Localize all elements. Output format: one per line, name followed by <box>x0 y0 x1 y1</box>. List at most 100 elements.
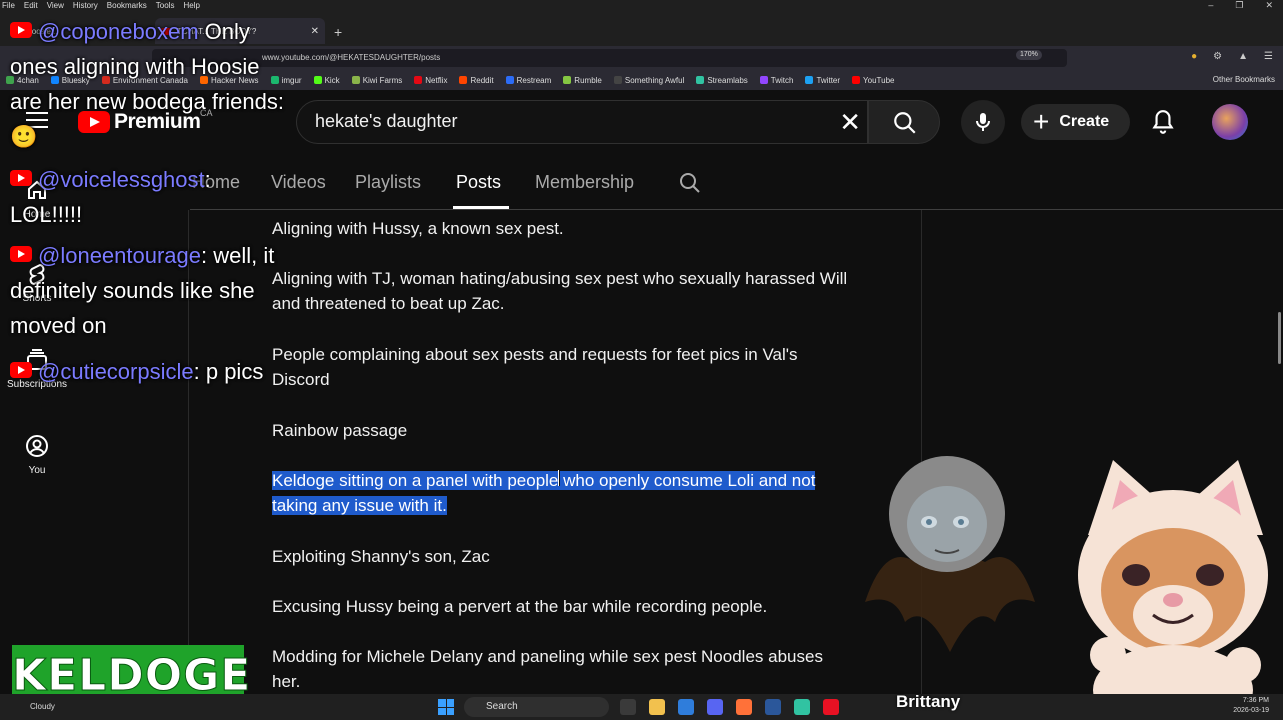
bookmark-item[interactable]: YouTube <box>852 76 894 85</box>
system-clock[interactable]: 7:36 PM 2026-03-19 <box>1233 696 1269 716</box>
tab-membership[interactable]: Membership <box>535 172 634 193</box>
youtube-chat-icon <box>10 170 32 186</box>
account-avatar[interactable] <box>1212 104 1248 140</box>
bookmark-label: Kick <box>324 75 340 85</box>
taskbar-app-icon[interactable] <box>765 699 781 715</box>
taskbar-app-icon[interactable] <box>678 699 694 715</box>
post-line-highlighted: Keldoge sitting on a panel with people w… <box>272 468 852 518</box>
menu-item-help[interactable]: Help <box>183 0 199 11</box>
bookmark-item[interactable]: Reddit <box>459 76 494 85</box>
close-window-icon[interactable]: ✕ <box>1265 0 1273 11</box>
extension-icon[interactable]: ● <box>1191 51 1197 62</box>
new-tab-button[interactable]: + <box>334 24 342 40</box>
start-button[interactable] <box>438 699 454 715</box>
bookmark-favicon-icon <box>696 76 705 84</box>
search-button[interactable] <box>868 100 940 144</box>
bookmark-label: Twitch <box>770 75 794 85</box>
bookmark-label: Rumble <box>574 75 602 85</box>
chat-username: @coponeboxem <box>38 19 199 44</box>
menu-item-tools[interactable]: Tools <box>156 0 175 11</box>
bookmark-favicon-icon <box>505 76 514 84</box>
taskbar-app-icon[interactable] <box>794 699 810 715</box>
chat-username: @voicelessghost <box>38 167 205 192</box>
menu-item-file[interactable]: File <box>2 0 15 11</box>
bookmark-item[interactable]: Kiwi Farms <box>351 76 402 85</box>
restore-icon[interactable]: ❐ <box>1235 0 1243 11</box>
sync-icon[interactable]: ▲ <box>1238 51 1248 62</box>
weather-widget[interactable]: Cloudy <box>30 702 55 711</box>
chat-username: @cutiecorpsicle <box>38 359 194 384</box>
taskbar-app-icon[interactable] <box>707 699 723 715</box>
taskbar-app-icon[interactable] <box>823 699 839 715</box>
taskbar-app-icon[interactable] <box>649 699 665 715</box>
scrollbar-thumb[interactable] <box>1278 312 1281 364</box>
chat-message: @loneentourage: well, it definitely soun… <box>10 238 285 343</box>
bookmark-label: Twitter <box>816 75 841 85</box>
menu-item-edit[interactable]: Edit <box>24 0 38 11</box>
bookmark-favicon-icon <box>805 76 814 84</box>
taskbar-search[interactable]: Search <box>464 697 609 717</box>
bookmark-item[interactable]: Netflix <box>414 76 447 85</box>
menu-icon[interactable]: ☰ <box>1264 51 1273 62</box>
clock-date: 2026-03-19 <box>1233 707 1269 714</box>
url-text: www.youtube.com/@HEKATESDAUGHTER/posts <box>262 53 441 62</box>
bookmark-label: Something Awful <box>624 75 685 85</box>
menu-item-history[interactable]: History <box>73 0 98 11</box>
bookmark-favicon-icon <box>414 76 423 84</box>
bat-avatar <box>865 456 1035 652</box>
youtube-chat-icon <box>10 22 32 38</box>
fox-avatar <box>1078 460 1268 720</box>
minimize-icon[interactable]: – <box>1208 0 1213 11</box>
text-cursor-icon <box>558 470 560 486</box>
search-box: ✕ <box>296 100 868 144</box>
channel-tabs: Home Videos Playlists Posts Membership <box>190 154 1283 210</box>
guide-item-you[interactable]: You <box>0 434 74 476</box>
bookmark-favicon-icon <box>563 76 572 84</box>
other-bookmarks[interactable]: Other Bookmarks <box>1213 70 1275 90</box>
youtube-chat-icon <box>10 362 32 378</box>
notifications-bell-icon[interactable] <box>1150 108 1176 136</box>
taskbar-app-icon[interactable] <box>620 699 636 715</box>
bookmark-favicon-icon <box>351 76 360 84</box>
post-line: Modding for Michele Delany and paneling … <box>272 647 823 691</box>
bookmark-item[interactable]: Kick <box>313 75 340 85</box>
channel-search-icon[interactable] <box>678 171 702 195</box>
url-bar[interactable]: www.youtube.com/@HEKATESDAUGHTER/posts <box>152 49 1067 67</box>
bookmark-label: YouTube <box>863 75 895 85</box>
extensions-icon[interactable]: ⚙ <box>1213 51 1222 62</box>
menu-item-bookmarks[interactable]: Bookmarks <box>107 0 147 11</box>
bookmark-item[interactable]: Twitter <box>805 76 840 85</box>
bookmark-favicon-icon <box>759 76 768 84</box>
search-input[interactable] <box>315 111 815 132</box>
menu-item-view[interactable]: View <box>47 0 64 11</box>
bookmark-item[interactable]: Streamlabs <box>696 76 748 85</box>
taskbar-search-label: Search <box>486 701 518 712</box>
create-label: Create <box>1059 113 1110 130</box>
bookmark-item[interactable]: Restream <box>505 76 551 85</box>
post-line: People complaining about sex pests and r… <box>272 345 798 389</box>
bookmark-item[interactable]: Something Awful <box>613 75 685 85</box>
browser-menubar: File Edit View History Bookmarks Tools Help <box>0 0 1283 11</box>
bookmark-favicon-icon <box>313 76 322 84</box>
voice-search-button[interactable] <box>961 100 1005 144</box>
tab-posts[interactable]: Posts <box>456 172 501 193</box>
bookmark-favicon-icon <box>852 76 861 84</box>
chat-message: @voicelessghost: LOL!!!!! <box>10 162 285 232</box>
post-line: Excusing Hussy being a pervert at the ba… <box>272 597 768 616</box>
taskbar-apps <box>620 699 839 715</box>
zoom-indicator[interactable]: 170% <box>1016 50 1042 60</box>
bookmark-item[interactable]: Twitch <box>759 75 794 85</box>
streamer-name-tag: Brittany <box>896 692 961 711</box>
youtube-chat-icon <box>10 246 32 262</box>
taskbar-app-icon[interactable] <box>736 699 752 715</box>
microphone-icon <box>976 113 990 131</box>
tab-playlists[interactable]: Playlists <box>355 172 421 193</box>
search-icon <box>894 112 916 134</box>
post-line: Exploiting Shanny's son, Zac <box>272 547 490 566</box>
clear-search-icon[interactable]: ✕ <box>839 109 861 135</box>
create-button[interactable]: + Create <box>1021 104 1130 140</box>
bookmark-item[interactable]: Rumble <box>563 76 602 85</box>
post-line: Aligning with TJ, woman hating/abusing s… <box>272 269 848 313</box>
close-tab-icon[interactable]: ✕ <box>311 26 319 37</box>
windows-taskbar: Cloudy Search 7:36 PM 2026-03-19 <box>0 694 1283 720</box>
